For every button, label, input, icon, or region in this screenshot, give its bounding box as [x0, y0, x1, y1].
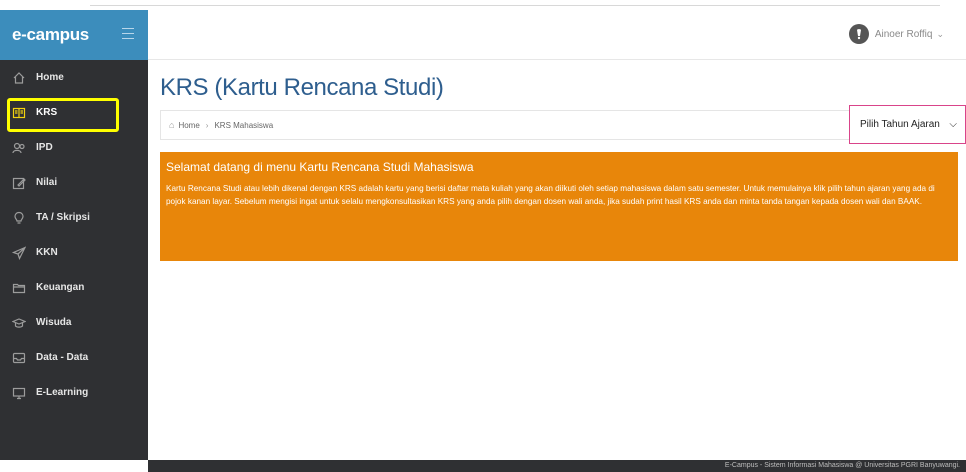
sidebar-item-label: Nilai	[36, 177, 58, 188]
sidebar-item-ta-skripsi[interactable]: TA / Skripsi	[0, 200, 148, 235]
sidebar-item-data-data[interactable]: Data - Data	[0, 340, 148, 375]
welcome-notice: Selamat datang di menu Kartu Rencana Stu…	[160, 152, 958, 261]
sidebar-item-nilai[interactable]: Nilai	[0, 165, 148, 200]
breadcrumb: ⌂ Home › KRS Mahasiswa	[160, 110, 956, 140]
monitor-icon	[12, 386, 26, 400]
page-title: KRS (Kartu Rencana Studi)	[160, 74, 444, 101]
send-icon	[12, 245, 26, 260]
year-select-value: Pilih Tahun Ajaran	[860, 119, 940, 130]
year-select-wrapper: Pilih Tahun Ajaran ⌵	[849, 105, 966, 144]
tray-icon	[12, 351, 26, 365]
graduation-cap-icon	[12, 316, 26, 330]
sidebar-item-krs[interactable]: KRS	[0, 95, 148, 132]
sidebar-item-label: Data - Data	[36, 352, 89, 363]
folder-icon	[12, 281, 26, 295]
pencil-icon	[12, 176, 26, 190]
notice-title: Selamat datang di menu Kartu Rencana Stu…	[166, 160, 474, 174]
main-content: KRS (Kartu Rencana Studi) ⌂ Home › KRS M…	[148, 60, 966, 460]
highlight-box	[7, 98, 119, 132]
top-header: Ainoer Roffiq ⌄	[148, 10, 966, 60]
sidebar: e-campus Home KRS IPD Nilai TA / Skripsi…	[0, 10, 148, 460]
chevron-down-icon: ⌄	[936, 28, 944, 39]
sidebar-item-label: IPD	[36, 142, 53, 153]
menu-toggle-icon[interactable]	[122, 28, 134, 40]
browser-divider	[90, 5, 940, 6]
home-icon: ⌂	[169, 120, 175, 130]
brand-logo[interactable]: e-campus	[12, 25, 89, 45]
sidebar-item-label: E-Learning	[36, 387, 89, 398]
home-icon	[12, 71, 26, 85]
sidebar-item-e-learning[interactable]: E-Learning	[0, 375, 148, 410]
sidebar-item-label: Wisuda	[36, 317, 72, 328]
brand-bar: e-campus	[0, 10, 148, 60]
top-strip	[0, 0, 966, 10]
user-menu[interactable]: Ainoer Roffiq ⌄	[848, 24, 944, 44]
breadcrumb-current: KRS Mahasiswa	[214, 120, 274, 130]
chevron-down-icon: ⌵	[949, 119, 957, 130]
sidebar-item-keuangan[interactable]: Keuangan	[0, 270, 148, 305]
sidebar-item-label: KKN	[36, 247, 58, 258]
sidebar-item-ipd[interactable]: IPD	[0, 130, 148, 165]
user-avatar-icon	[856, 29, 861, 40]
breadcrumb-home[interactable]: Home	[178, 121, 199, 130]
year-select[interactable]: Pilih Tahun Ajaran ⌵	[854, 113, 961, 136]
sidebar-item-label: Keuangan	[36, 282, 85, 293]
notice-body: Kartu Rencana Studi atau lebih dikenal d…	[166, 184, 935, 206]
sidebar-item-label: Home	[36, 72, 64, 83]
avatar	[848, 24, 869, 44]
bulb-icon	[12, 211, 26, 225]
breadcrumb-separator-icon: ›	[205, 120, 209, 130]
sidebar-item-home[interactable]: Home	[0, 60, 148, 95]
sidebar-item-wisuda[interactable]: Wisuda	[0, 305, 148, 340]
sidebar-item-label: TA / Skripsi	[36, 212, 90, 223]
user-name: Ainoer Roffiq	[874, 28, 933, 40]
users-icon	[12, 141, 26, 155]
sidebar-item-kkn[interactable]: KKN	[0, 235, 148, 270]
footer-left	[0, 460, 148, 472]
footer: E-Campus - Sistem Informasi Mahasiswa @ …	[148, 460, 966, 472]
